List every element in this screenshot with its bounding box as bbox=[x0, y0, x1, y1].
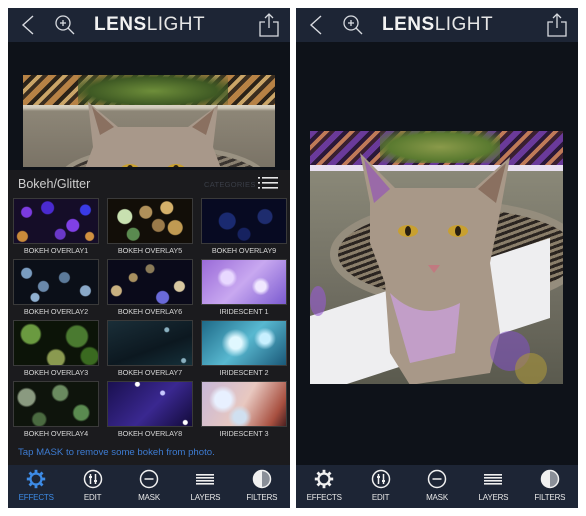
effect-item[interactable]: IRIDESCENT 3 bbox=[201, 381, 287, 438]
bottom-tab-bar: EFFECTS EDIT MASK LAYERS FILTERS bbox=[296, 465, 578, 508]
photo-preview[interactable] bbox=[23, 75, 275, 167]
effect-item[interactable]: BOKEH OVERLAY1 bbox=[13, 198, 99, 255]
effect-item[interactable]: IRIDESCENT 2 bbox=[201, 320, 287, 377]
tab-effects[interactable]: EFFECTS bbox=[8, 465, 64, 508]
effect-name: IRIDESCENT 3 bbox=[219, 429, 269, 438]
tab-mask[interactable]: MASK bbox=[121, 465, 177, 508]
cat-image bbox=[85, 102, 221, 167]
gear-icon bbox=[26, 469, 46, 489]
effect-item[interactable]: BOKEH OVERLAY5 bbox=[107, 198, 193, 255]
hint-text: Tap MASK to remove some bokeh from photo… bbox=[18, 447, 215, 458]
tab-layers[interactable]: LAYERS bbox=[465, 465, 521, 508]
effect-thumbnail[interactable] bbox=[107, 320, 193, 366]
left-screen: LENSLIGHT Bokeh/Glitter CATEGORIES BOKEH… bbox=[8, 8, 290, 508]
tab-filters[interactable]: FILTERS bbox=[522, 465, 578, 508]
effect-thumbnail[interactable] bbox=[201, 259, 287, 305]
effect-name: IRIDESCENT 2 bbox=[219, 368, 269, 377]
tab-edit[interactable]: EDIT bbox=[352, 465, 408, 508]
tab-edit[interactable]: EDIT bbox=[64, 465, 120, 508]
share-icon[interactable] bbox=[258, 12, 280, 38]
list-icon[interactable] bbox=[258, 176, 278, 190]
effect-item[interactable]: BOKEH OVERLAY2 bbox=[13, 259, 99, 316]
bokeh-spot bbox=[310, 286, 326, 316]
effect-item[interactable]: BOKEH OVERLAY6 bbox=[107, 259, 193, 316]
tab-label: FILTERS bbox=[534, 493, 566, 502]
layers-icon bbox=[483, 469, 503, 489]
top-bar: LENSLIGHT bbox=[296, 8, 578, 42]
zoom-in-icon[interactable] bbox=[54, 14, 76, 36]
effect-thumbnail[interactable] bbox=[107, 259, 193, 305]
effect-name: BOKEH OVERLAY6 bbox=[117, 307, 183, 316]
effect-name: BOKEH OVERLAY2 bbox=[23, 307, 89, 316]
app-title: LENSLIGHT bbox=[94, 14, 205, 36]
effect-thumbnail[interactable] bbox=[107, 381, 193, 427]
effect-name: BOKEH OVERLAY4 bbox=[23, 429, 89, 438]
effects-panel: Bokeh/Glitter CATEGORIES BOKEH OVERLAY1 B… bbox=[8, 170, 290, 465]
tab-label: EDIT bbox=[83, 493, 102, 502]
half-circle-icon bbox=[252, 469, 272, 489]
effect-name: BOKEH OVERLAY7 bbox=[117, 368, 183, 377]
bottom-tab-bar: EFFECTS EDIT MASK LAYERS FILTERS bbox=[8, 465, 290, 508]
effect-thumbnail[interactable] bbox=[201, 320, 287, 366]
sliders-icon bbox=[371, 469, 391, 489]
tab-effects[interactable]: EFFECTS bbox=[296, 465, 352, 508]
tab-label: EFFECTS bbox=[18, 493, 54, 502]
title-light: LIGHT bbox=[146, 14, 206, 35]
effect-thumbnail[interactable] bbox=[13, 259, 99, 305]
minus-circle-icon bbox=[139, 469, 159, 489]
minus-circle-icon bbox=[427, 469, 447, 489]
effect-item[interactable]: BOKEH OVERLAY3 bbox=[13, 320, 99, 377]
tab-label: FILTERS bbox=[246, 493, 278, 502]
chevron-left-icon[interactable] bbox=[18, 14, 40, 36]
tab-label: EDIT bbox=[371, 493, 390, 502]
tab-label: EFFECTS bbox=[306, 493, 342, 502]
zoom-in-icon[interactable] bbox=[342, 14, 364, 36]
effect-thumbnail[interactable] bbox=[13, 198, 99, 244]
effect-name: BOKEH OVERLAY1 bbox=[23, 246, 89, 255]
top-bar: LENSLIGHT bbox=[8, 8, 290, 42]
gear-icon bbox=[314, 469, 334, 489]
right-screen: LENSLIGHT EFFECTS EDIT MASK LAYERS FILTERS bbox=[296, 8, 578, 508]
effect-item[interactable]: BOKEH OVERLAY8 bbox=[107, 381, 193, 438]
effect-thumbnail[interactable] bbox=[201, 381, 287, 427]
share-icon[interactable] bbox=[546, 12, 568, 38]
title-bold: LENS bbox=[382, 14, 435, 35]
category-title: Bokeh/Glitter bbox=[18, 177, 91, 191]
bokeh-spot bbox=[515, 353, 547, 384]
half-circle-icon bbox=[540, 469, 560, 489]
tab-label: MASK bbox=[138, 493, 160, 502]
effect-item[interactable]: IRIDESCENT 1 bbox=[201, 259, 287, 316]
effect-thumbnail[interactable] bbox=[13, 320, 99, 366]
effect-thumbnail[interactable] bbox=[201, 198, 287, 244]
effect-item[interactable]: BOKEH OVERLAY9 bbox=[201, 198, 287, 255]
effect-item[interactable]: BOKEH OVERLAY7 bbox=[107, 320, 193, 377]
effect-item[interactable]: BOKEH OVERLAY4 bbox=[13, 381, 99, 438]
effect-thumbnail[interactable] bbox=[107, 198, 193, 244]
effect-name: BOKEH OVERLAY8 bbox=[117, 429, 183, 438]
chevron-left-icon[interactable] bbox=[306, 14, 328, 36]
tab-label: MASK bbox=[426, 493, 448, 502]
title-light: LIGHT bbox=[434, 14, 494, 35]
tab-mask[interactable]: MASK bbox=[409, 465, 465, 508]
tab-layers[interactable]: LAYERS bbox=[177, 465, 233, 508]
effect-name: BOKEH OVERLAY3 bbox=[23, 368, 89, 377]
sliders-icon bbox=[83, 469, 103, 489]
effect-name: BOKEH OVERLAY9 bbox=[211, 246, 277, 255]
effect-name: IRIDESCENT 1 bbox=[219, 307, 269, 316]
title-bold: LENS bbox=[94, 14, 147, 35]
effect-name: BOKEH OVERLAY5 bbox=[117, 246, 183, 255]
app-title: LENSLIGHT bbox=[382, 14, 493, 36]
layers-icon bbox=[195, 469, 215, 489]
categories-button[interactable]: CATEGORIES bbox=[204, 180, 256, 189]
effect-thumbnail[interactable] bbox=[13, 381, 99, 427]
tab-label: LAYERS bbox=[478, 493, 509, 502]
tab-label: LAYERS bbox=[190, 493, 221, 502]
tab-filters[interactable]: FILTERS bbox=[234, 465, 290, 508]
edited-photo[interactable] bbox=[310, 131, 563, 384]
